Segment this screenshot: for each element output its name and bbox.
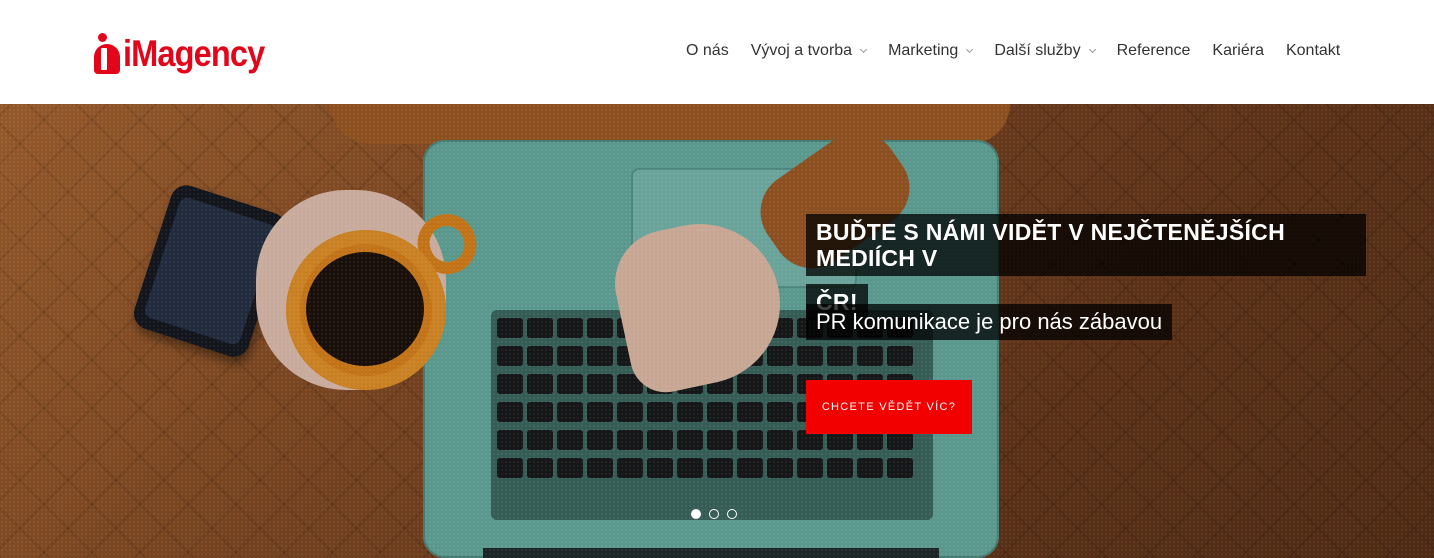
slider-dot[interactable] (727, 509, 737, 519)
nav-item-reference[interactable]: Reference (1117, 42, 1191, 60)
nav-item-o-nas[interactable]: O nás (686, 42, 729, 60)
nav-item-label: Reference (1116, 42, 1191, 59)
nav-item-label: O nás (686, 42, 729, 59)
chevron-down-icon (860, 45, 868, 53)
site-header: iMagency O nás Vývoj a tvorba Marketing … (0, 0, 1434, 104)
nav-item-marketing[interactable]: Marketing (888, 42, 974, 60)
logo-text: iMagency (123, 32, 265, 74)
main-nav: O nás Vývoj a tvorba Marketing Další slu… (686, 38, 1340, 64)
nav-item-dalsi-sluzby[interactable]: Další služby (994, 42, 1096, 60)
chevron-down-icon (1088, 45, 1096, 53)
nav-item-label: Vývoj a tvorba (750, 42, 853, 59)
nav-item-label: Marketing (888, 42, 959, 59)
nav-item-vyvoj-a-tvorba[interactable]: Vývoj a tvorba (750, 42, 868, 60)
nav-item-kontakt[interactable]: Kontakt (1286, 42, 1340, 60)
nav-item-kariera[interactable]: Kariéra (1212, 42, 1264, 60)
nav-item-label: Kariéra (1212, 42, 1264, 59)
chevron-down-icon (966, 45, 974, 53)
slide-subtitle: PR komunikace je pro nás zábavou (806, 304, 1173, 340)
logo-mark-icon (92, 30, 122, 74)
logo[interactable]: iMagency (92, 24, 284, 80)
nav-item-label: Další služby (994, 42, 1081, 59)
hero-slider: BUĎTE S NÁMI VIDĚT V NEJČTENĚJŠÍCH MEDIÍ… (0, 104, 1434, 558)
slider-dot[interactable] (691, 509, 701, 519)
slider-pager (691, 509, 745, 519)
slider-dot[interactable] (709, 509, 719, 519)
slide-headline-line: BUĎTE S NÁMI VIDĚT V NEJČTENĚJŠÍCH MEDIÍ… (806, 214, 1366, 276)
cta-button[interactable]: CHCETE VĚDĚT VÍC? (806, 380, 972, 434)
nav-item-label: Kontakt (1285, 42, 1341, 59)
